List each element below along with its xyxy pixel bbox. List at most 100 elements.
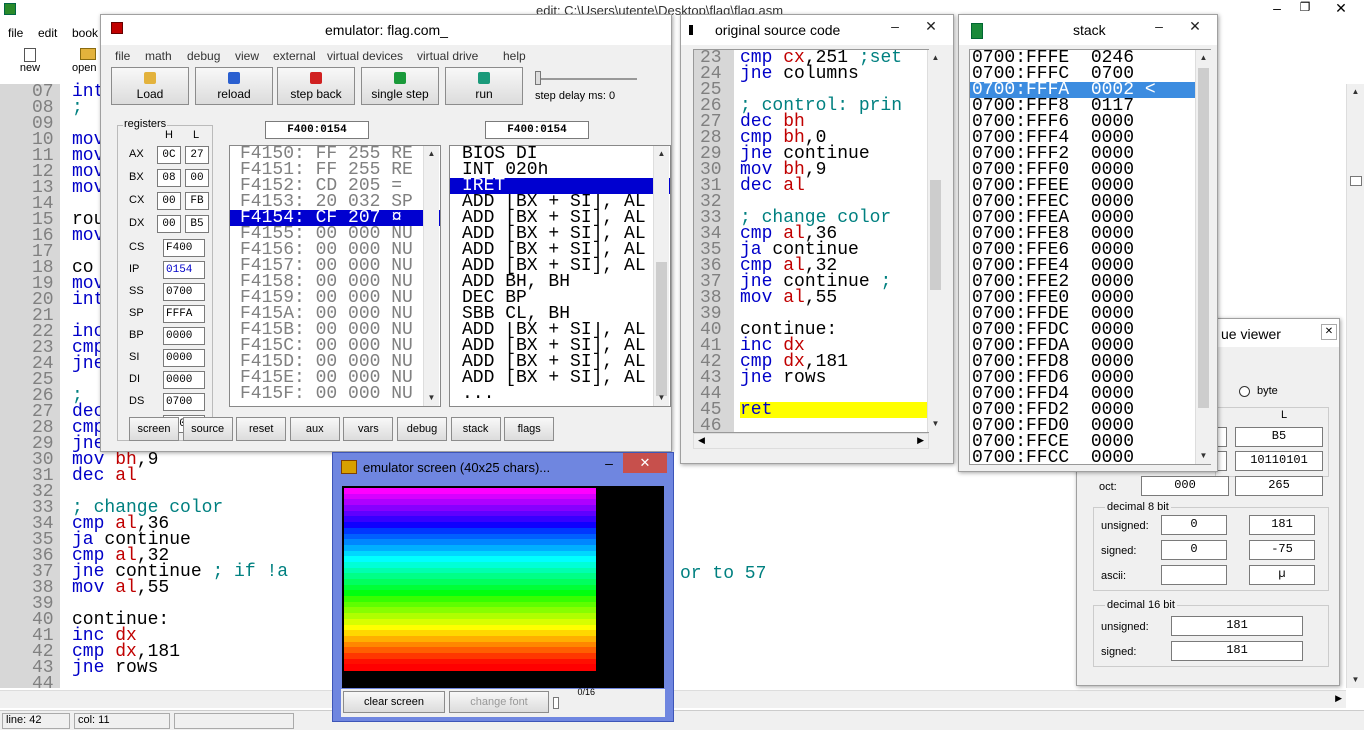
stack-scroll-down-icon[interactable]: ▼ [1196,448,1211,464]
emulator-screen-button[interactable]: screen [129,417,179,441]
screen-close-button[interactable]: ✕ [623,453,667,473]
menu-file[interactable]: file [8,26,23,40]
memory-row[interactable]: F4156: 00 000 NU [230,242,440,258]
memory-row[interactable]: F4154: CF 207 ¤ [230,210,440,226]
step-delay-slider[interactable] [535,71,637,87]
stack-minimize-button[interactable]: – [1145,17,1173,37]
disassembly-row[interactable]: INT 020h [450,162,670,178]
emulator-debug-button[interactable]: debug [397,417,447,441]
oct-low-field[interactable]: 265 [1235,476,1323,496]
disassembly-row[interactable]: ... [450,386,670,402]
screen-minimize-button[interactable]: – [597,455,621,475]
memory-row[interactable]: F415C: 00 000 NU [230,338,440,354]
register-high-field[interactable]: 00 [157,215,181,233]
memory-row[interactable]: F4158: 00 000 NU [230,274,440,290]
emulator-run-button[interactable]: run [445,67,523,105]
memory-row[interactable]: F415F: 00 000 NU [230,386,440,402]
scroll-up-icon[interactable]: ▲ [1347,84,1364,100]
binary-field[interactable]: 10110101 [1235,451,1323,471]
memory-row[interactable]: F415E: 00 000 NU [230,370,440,386]
disassembly-row[interactable]: ADD [BX + SI], AL [450,338,670,354]
register-field[interactable]: FFFA [163,305,205,323]
source-hscrollbar[interactable]: ◀ ▶ [693,433,929,449]
slider-thumb[interactable] [535,71,541,85]
disassembly-row[interactable]: BIOS DI [450,146,670,162]
emulator-menu-item[interactable]: virtual drive [417,49,478,63]
memory-address-field[interactable]: F400:0154 [265,121,369,139]
ascii-low-field[interactable]: µ [1249,565,1315,585]
ascii-high-field[interactable] [1161,565,1227,585]
source-vscrollbar[interactable]: ▲ ▼ [927,50,943,432]
disassembly-row[interactable]: ADD [BX + SI], AL [450,322,670,338]
register-field[interactable]: 0000 [163,327,205,345]
register-low-field[interactable]: 00 [185,169,209,187]
toolbar-open[interactable]: open [72,48,102,80]
register-field[interactable]: F400 [163,239,205,257]
memory-row[interactable]: F415B: 00 000 NU [230,322,440,338]
emulator-aux-button[interactable]: aux [289,417,340,441]
disassembly-list[interactable]: BIOS DI INT 020h IRET ADD [BX + SI], AL ADD … [449,145,671,407]
source-close-button[interactable]: ✕ [917,17,945,37]
page-slider[interactable] [553,697,559,709]
scroll-right-icon[interactable]: ▶ [1335,693,1342,704]
source-scroll-down-icon[interactable]: ▼ [928,416,943,432]
memory-scroll-down-icon[interactable]: ▼ [424,390,439,406]
disasm-scroll-thumb[interactable] [656,262,667,396]
disasm-address-field[interactable]: F400:0154 [485,121,589,139]
disassembly-row[interactable]: IRET [450,178,670,194]
source-scroll-right-icon[interactable]: ▶ [917,435,924,446]
value-viewer-close-button[interactable]: ✕ [1321,324,1337,340]
register-field[interactable]: 0000 [163,349,205,367]
screen-display[interactable] [342,486,664,688]
stack-list[interactable]: 0700:FFFE 0246 0700:FFFC 0700 0700:FFFA 00… [969,49,1211,465]
register-low-field[interactable]: 27 [185,146,209,164]
minimize-button[interactable]: – [1264,0,1290,20]
disassembly-row[interactable]: ADD [BX + SI], AL [450,258,670,274]
toolbar-new[interactable]: new [12,48,48,80]
register-low-field[interactable]: FB [185,192,209,210]
close-button[interactable]: ✕ [1320,0,1362,20]
unsigned16-field[interactable]: 181 [1171,616,1303,636]
low-hex-field[interactable]: B5 [1235,427,1323,447]
stack-close-button[interactable]: ✕ [1181,17,1209,37]
scroll-down-icon[interactable]: ▼ [1347,672,1364,688]
register-field[interactable]: 0000 [163,371,205,389]
disassembly-row[interactable]: ADD [BX + SI], AL [450,242,670,258]
disasm-scroll-up-icon[interactable]: ▲ [654,146,669,162]
unsigned8-high-field[interactable]: 0 [1161,515,1227,535]
emulator-single-step-button[interactable]: single step [361,67,439,105]
signed8-low-field[interactable]: -75 [1249,540,1315,560]
emulator-stack-button[interactable]: stack [450,417,501,441]
register-high-field[interactable]: 00 [157,192,181,210]
memory-row[interactable]: F415D: 00 000 NU [230,354,440,370]
emulator-menu-item[interactable]: virtual devices [327,49,403,63]
emulator-flags-button[interactable]: flags [504,417,555,441]
memory-row[interactable]: F4155: 00 000 NU [230,226,440,242]
disassembly-row[interactable]: DEC BP [450,290,670,306]
register-field[interactable]: 0700 [163,393,205,411]
disassembly-row[interactable]: ADD [BX + SI], AL [450,226,670,242]
disassembly-row[interactable]: SBB CL, BH [450,306,670,322]
clear-screen-button[interactable]: clear screen [343,691,445,713]
memory-row[interactable]: F4157: 00 000 NU [230,258,440,274]
register-high-field[interactable]: 0C [157,146,181,164]
disassembly-row[interactable]: ADD [BX + SI], AL [450,194,670,210]
emulator-menu-item[interactable]: external [273,49,316,63]
source-code-area[interactable]: 23 cmp cx,251 ;set 24 jne columns 25 26; cont… [693,49,929,433]
disasm-scrollbar[interactable]: ▲ ▼ [653,146,669,406]
change-font-button[interactable]: change font [449,691,549,713]
collapse-icon[interactable] [1350,176,1362,186]
disassembly-row[interactable]: ADD [BX + SI], AL [450,354,670,370]
source-scroll-thumb[interactable] [930,180,941,290]
memory-row[interactable]: F415A: 00 000 NU [230,306,440,322]
memory-list[interactable]: F4150: FF 255 RE F4151: FF 255 RE F4152: C… [229,145,441,407]
memory-row[interactable]: F4150: FF 255 RE [230,146,440,162]
memory-row[interactable]: F4159: 00 000 NU [230,290,440,306]
disasm-scroll-down-icon[interactable]: ▼ [654,390,669,406]
editor-vscrollbar[interactable]: ▲ ▼ [1346,84,1364,688]
memory-scroll-up-icon[interactable]: ▲ [424,146,439,162]
unsigned8-low-field[interactable]: 181 [1249,515,1315,535]
source-minimize-button[interactable]: – [881,17,909,37]
memory-scrollbar[interactable]: ▲ ▼ [423,146,439,406]
signed8-high-field[interactable]: 0 [1161,540,1227,560]
